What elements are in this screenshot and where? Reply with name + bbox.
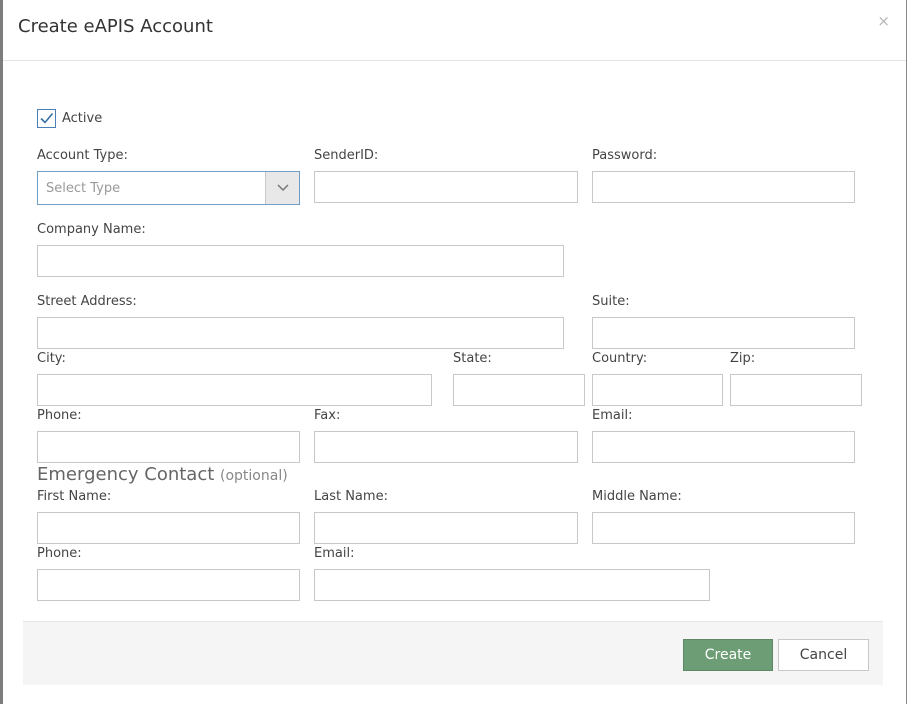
phone-label: Phone: <box>37 408 82 423</box>
account-type-placeholder: Select Type <box>46 181 121 196</box>
active-checkbox[interactable] <box>37 109 56 128</box>
emergency-first-name-input[interactable] <box>37 512 300 544</box>
emergency-contact-heading: Emergency Contact (optional) <box>37 464 288 485</box>
fax-label: Fax: <box>314 408 341 423</box>
emergency-last-name-input[interactable] <box>314 512 578 544</box>
emergency-last-name-label: Last Name: <box>314 489 388 504</box>
password-input[interactable] <box>592 171 855 203</box>
emergency-contact-title: Emergency Contact <box>37 464 215 485</box>
chevron-down-icon <box>277 184 289 192</box>
close-icon[interactable]: × <box>877 11 890 31</box>
street-address-input[interactable] <box>37 317 564 349</box>
modal-header: Create eAPIS Account × <box>3 0 906 61</box>
state-input[interactable] <box>453 374 585 406</box>
country-label: Country: <box>592 351 648 366</box>
emergency-phone-input[interactable] <box>37 569 300 601</box>
emergency-middle-name-input[interactable] <box>592 512 855 544</box>
password-label: Password: <box>592 148 658 163</box>
select-dropdown-toggle[interactable] <box>265 172 299 204</box>
modal-title: Create eAPIS Account <box>18 16 213 37</box>
street-address-label: Street Address: <box>37 294 137 309</box>
company-name-label: Company Name: <box>37 222 146 237</box>
emergency-phone-label: Phone: <box>37 546 82 561</box>
fax-input[interactable] <box>314 431 578 463</box>
state-label: State: <box>453 351 492 366</box>
sender-id-label: SenderID: <box>314 148 379 163</box>
emergency-middle-name-label: Middle Name: <box>592 489 682 504</box>
city-label: City: <box>37 351 66 366</box>
emergency-email-label: Email: <box>314 546 355 561</box>
email-input[interactable] <box>592 431 855 463</box>
emergency-first-name-label: First Name: <box>37 489 112 504</box>
active-label: Active <box>62 111 103 126</box>
zip-label: Zip: <box>730 351 756 366</box>
account-type-label: Account Type: <box>37 148 128 163</box>
suite-label: Suite: <box>592 294 630 309</box>
country-input[interactable] <box>592 374 723 406</box>
email-label: Email: <box>592 408 633 423</box>
sender-id-input[interactable] <box>314 171 578 203</box>
company-name-input[interactable] <box>37 245 564 277</box>
checkmark-icon <box>40 112 54 124</box>
zip-input[interactable] <box>730 374 862 406</box>
create-account-modal: Create eAPIS Account × Active Account Ty… <box>3 0 906 704</box>
emergency-email-input[interactable] <box>314 569 710 601</box>
account-type-select[interactable]: Select Type <box>37 171 300 205</box>
cancel-button[interactable]: Cancel <box>778 639 869 671</box>
phone-input[interactable] <box>37 431 300 463</box>
city-input[interactable] <box>37 374 432 406</box>
create-button[interactable]: Create <box>683 639 773 671</box>
emergency-contact-optional: (optional) <box>220 468 288 484</box>
suite-input[interactable] <box>592 317 855 349</box>
modal-footer: Create Cancel <box>23 621 883 685</box>
